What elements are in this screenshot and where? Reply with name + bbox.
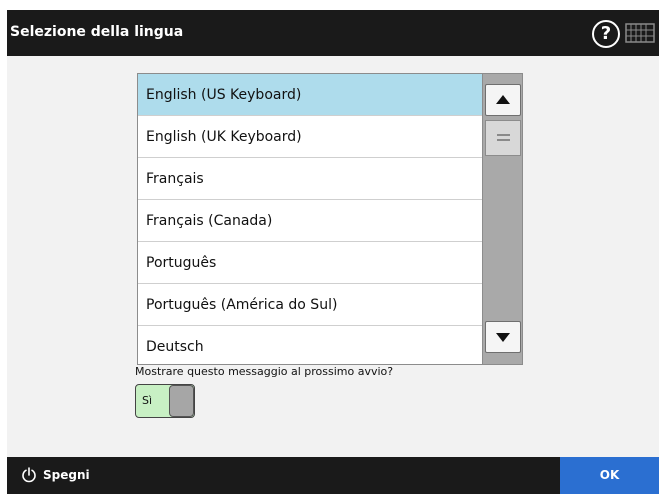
language-option[interactable]: Français <box>138 158 482 200</box>
scroll-thumb[interactable] <box>485 120 521 156</box>
language-option[interactable]: Português (América do Sul) <box>138 284 482 326</box>
scroll-up-button[interactable] <box>485 84 521 116</box>
scrollbar[interactable] <box>482 74 522 364</box>
power-label: Spegni <box>43 468 90 482</box>
grip-line <box>497 139 510 141</box>
language-list: English (US Keyboard) English (UK Keyboar… <box>138 74 482 364</box>
title-bar: Selezione della lingua ? <box>7 10 659 56</box>
language-option[interactable]: Português <box>138 242 482 284</box>
toggle-label: Sì <box>142 394 153 407</box>
bottom-bar: Spegni OK <box>7 457 659 494</box>
grip-line <box>497 134 510 136</box>
ok-button[interactable]: OK <box>560 457 659 494</box>
page-title: Selezione della lingua <box>10 24 184 40</box>
keyboard-icon[interactable] <box>625 23 655 43</box>
arrow-up-icon <box>496 95 510 104</box>
startup-question: Mostrare questo messaggio al prossimo av… <box>135 365 394 378</box>
language-option[interactable]: English (UK Keyboard) <box>138 116 482 158</box>
language-option[interactable]: Deutsch <box>138 326 482 364</box>
arrow-down-icon <box>496 333 510 342</box>
show-on-startup-toggle[interactable]: Sì <box>135 384 195 418</box>
power-icon <box>22 467 36 483</box>
help-button[interactable]: ? <box>592 20 620 48</box>
scroll-down-button[interactable] <box>485 321 521 353</box>
language-option[interactable]: English (US Keyboard) <box>138 74 482 116</box>
toggle-knob[interactable] <box>169 385 194 417</box>
language-dialog: Selezione della lingua ? English (US Key… <box>7 10 659 494</box>
language-listbox: English (US Keyboard) English (UK Keyboar… <box>137 73 523 365</box>
language-option[interactable]: Français (Canada) <box>138 200 482 242</box>
power-off-button[interactable]: Spegni <box>7 457 105 494</box>
